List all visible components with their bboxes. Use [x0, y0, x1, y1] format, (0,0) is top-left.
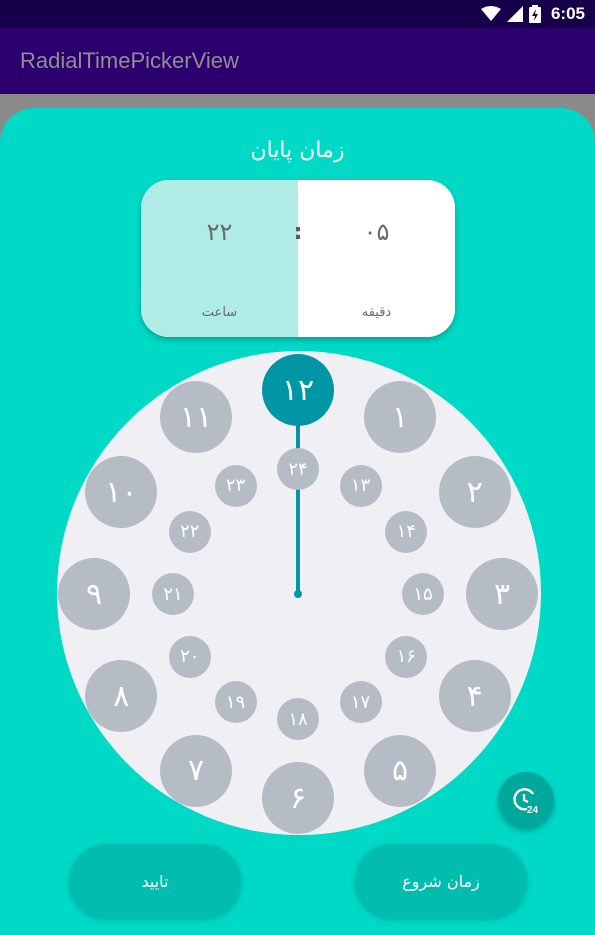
- hour-option-1[interactable]: ۱: [364, 381, 436, 454]
- hour-selector[interactable]: ۲۲ ساعت: [141, 180, 298, 337]
- hour-option-11[interactable]: ۱۱: [160, 381, 232, 454]
- hour-option-23[interactable]: ۲۳: [214, 464, 257, 507]
- app-title: RadialTimePickerView: [20, 48, 239, 73]
- hour-option-10[interactable]: ۱۰: [85, 456, 158, 528]
- status-time: 6:05: [550, 4, 585, 23]
- hour-option-24[interactable]: ۲۴: [277, 448, 319, 490]
- clock-24-icon: 24: [513, 788, 539, 815]
- hour-option-6[interactable]: ۶: [262, 762, 334, 834]
- start-time-button[interactable]: زمان شروع: [355, 844, 527, 918]
- hour-option-13[interactable]: ۱۳: [339, 464, 382, 507]
- hour-label: ساعت: [201, 305, 238, 320]
- hour-option-22[interactable]: ۲۲: [168, 510, 211, 553]
- hour-option-15[interactable]: ۱۵: [402, 573, 444, 615]
- app-bar: RadialTimePickerView: [0, 28, 595, 94]
- hour-option-16[interactable]: ۱۶: [385, 635, 428, 678]
- hour-option-12[interactable]: ۱۲: [262, 354, 334, 426]
- hour-option-20[interactable]: ۲۰: [168, 635, 211, 678]
- signal-icon: [506, 6, 523, 22]
- hour-option-17[interactable]: ۱۷: [339, 681, 382, 724]
- hour-option-18[interactable]: ۱۸: [277, 698, 319, 740]
- status-icons: 6:05: [480, 4, 585, 24]
- hour-value: ۲۲: [206, 218, 233, 246]
- clock-24-label: 24: [527, 805, 539, 815]
- wifi-icon: [480, 6, 501, 21]
- hour-option-7[interactable]: ۷: [160, 734, 232, 807]
- minute-value: ۰۵: [363, 218, 390, 246]
- hour-option-14[interactable]: ۱۴: [385, 510, 428, 553]
- clock-24-mode-button[interactable]: 24: [498, 772, 554, 828]
- time-display-card: ۲۲ ساعت ۰۵ دقیقه :: [141, 180, 455, 337]
- battery-icon: [528, 5, 541, 23]
- minute-label: دقیقه: [361, 305, 392, 320]
- hour-option-3[interactable]: ۳: [466, 558, 538, 630]
- hour-option-9[interactable]: ۹: [58, 558, 130, 630]
- hour-option-19[interactable]: ۱۹: [214, 681, 257, 724]
- hour-option-21[interactable]: ۲۱: [152, 573, 194, 615]
- time-separator: :: [293, 220, 303, 245]
- dialog-title: زمان پایان: [250, 138, 345, 163]
- hour-option-2[interactable]: ۲: [438, 456, 511, 528]
- hour-option-4[interactable]: ۴: [438, 660, 511, 732]
- minute-selector[interactable]: ۰۵ دقیقه: [298, 180, 455, 337]
- hour-option-8[interactable]: ۸: [85, 660, 158, 732]
- hour-option-5[interactable]: ۵: [364, 734, 436, 807]
- status-bar: 6:05: [0, 0, 595, 28]
- confirm-button[interactable]: تایید: [69, 844, 241, 918]
- clock-center-dot: [294, 590, 302, 598]
